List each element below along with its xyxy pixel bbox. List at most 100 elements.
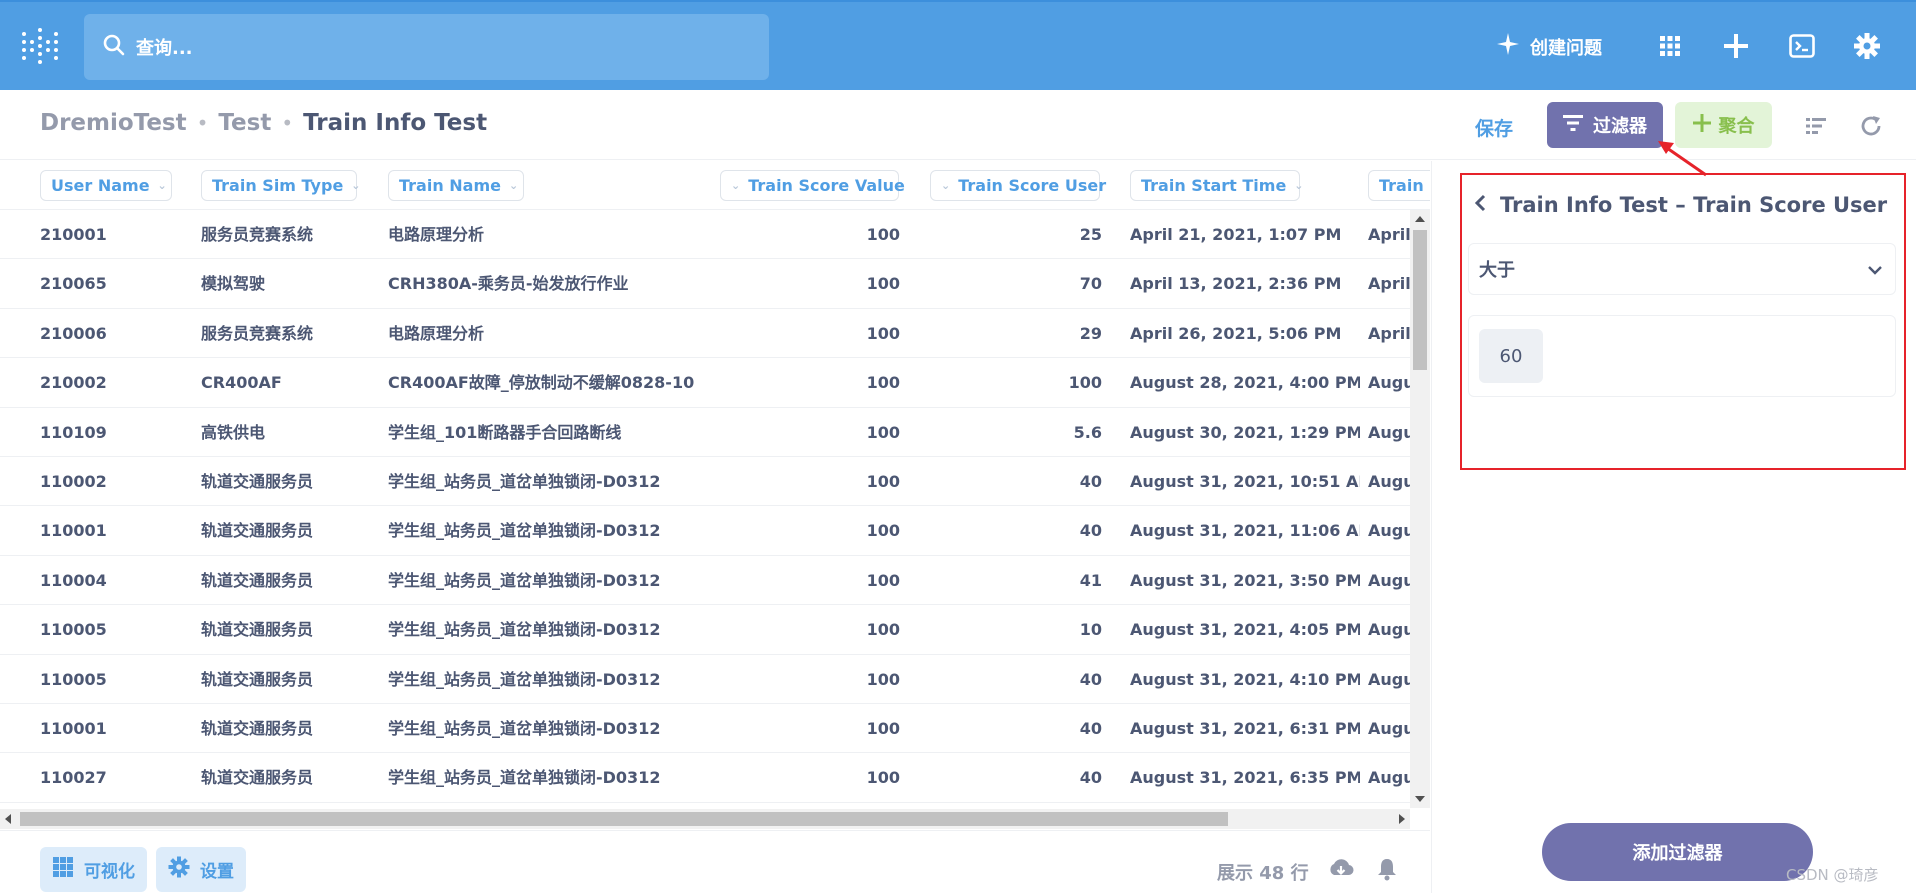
cell-user-name[interactable]: 110002 [40,457,180,506]
cell-train-sim-type[interactable]: 高铁供电 [201,408,371,457]
cell-train-start-time[interactable]: August 28, 2021, 4:00 PM [1130,358,1360,407]
cell-train-score-user[interactable]: 25 [930,210,1102,259]
cell-train-score-user[interactable]: 10 [930,605,1102,654]
scroll-right-icon[interactable] [1399,814,1405,824]
cell-train-score-value[interactable]: 100 [740,753,900,802]
column-header-train-sim-type[interactable]: Train Sim Type ⌄ [201,170,361,201]
cell-train-end-time[interactable]: Augu [1368,408,1413,457]
new-question-button[interactable]: 创建问题 [1496,32,1602,61]
scrollbar-thumb[interactable] [20,812,1228,826]
column-header-user-name[interactable]: User Name ⌄ [40,170,172,201]
cell-train-name[interactable]: 电路原理分析 [388,309,708,358]
cell-train-name[interactable]: 学生组_站务员_道岔单独锁闭-D0312 [388,704,708,753]
cell-train-name[interactable]: CRH380A-乘务员-始发放行作业 [388,259,708,308]
breadcrumb-schema[interactable]: Test [218,110,271,136]
cell-train-score-user[interactable]: 40 [930,655,1102,704]
cell-user-name[interactable]: 110027 [40,753,180,802]
cell-train-sim-type[interactable]: 服务员竞赛系统 [201,210,371,259]
horizontal-scrollbar[interactable] [0,809,1410,829]
cell-train-score-user[interactable]: 40 [930,753,1102,802]
filter-button[interactable]: 过滤器 [1547,102,1663,148]
cell-train-start-time[interactable]: April 13, 2021, 2:36 PM [1130,259,1360,308]
cell-train-end-time[interactable]: Augu [1368,358,1413,407]
cell-train-start-time[interactable]: April 21, 2021, 1:07 PM [1130,210,1360,259]
cell-train-name[interactable]: 学生组_站务员_道岔单独锁闭-D0312 [388,556,708,605]
cell-train-score-user[interactable]: 5.6 [930,408,1102,457]
cell-train-name[interactable]: 学生组_站务员_道岔单独锁闭-D0312 [388,753,708,802]
metabase-logo[interactable] [22,28,58,66]
column-header-train-name[interactable]: Train Name ⌄ [388,170,524,201]
cell-train-score-value[interactable]: 100 [740,259,900,308]
cell-train-score-value[interactable]: 100 [740,556,900,605]
cell-user-name[interactable]: 210002 [40,358,180,407]
operator-select[interactable]: 大于 [1468,243,1896,295]
cell-train-name[interactable]: CR400AF故障_停放制动不缓解0828-10 [388,358,708,407]
cell-train-name[interactable]: 学生组_101断路器手合回路断线 [388,408,708,457]
scroll-down-icon[interactable] [1415,796,1425,802]
download-icon[interactable] [1328,857,1354,881]
cell-train-start-time[interactable]: August 31, 2021, 6:35 PM [1130,753,1360,802]
sql-editor-icon[interactable] [1788,32,1816,60]
cell-train-end-time[interactable]: Augu [1368,605,1413,654]
cell-train-score-value[interactable]: 100 [740,457,900,506]
grid-apps-icon[interactable] [1656,32,1684,60]
cell-train-sim-type[interactable]: 轨道交通服务员 [201,457,371,506]
cell-user-name[interactable]: 110109 [40,408,180,457]
cell-train-score-user[interactable]: 40 [930,457,1102,506]
cell-train-score-user[interactable]: 41 [930,556,1102,605]
cell-train-score-value[interactable]: 100 [740,309,900,358]
cell-train-end-time[interactable]: Augu [1368,704,1413,753]
cell-train-start-time[interactable]: August 31, 2021, 10:51 AM [1130,457,1360,506]
visualize-button[interactable]: 可视化 [40,847,147,892]
cell-train-score-user[interactable]: 29 [930,309,1102,358]
cell-train-name[interactable]: 学生组_站务员_道岔单独锁闭-D0312 [388,457,708,506]
cell-train-sim-type[interactable]: 轨道交通服务员 [201,753,371,802]
cell-train-score-value[interactable]: 100 [740,655,900,704]
search-input[interactable]: 查询... [84,14,769,80]
cell-train-sim-type[interactable]: 轨道交通服务员 [201,556,371,605]
filter-back-button[interactable]: Train Info Test – Train Score User [1472,193,1887,217]
cell-train-start-time[interactable]: August 31, 2021, 6:31 PM [1130,704,1360,753]
cell-train-sim-type[interactable]: 轨道交通服务员 [201,655,371,704]
cell-train-score-user[interactable]: 40 [930,506,1102,555]
cell-user-name[interactable]: 110005 [40,605,180,654]
cell-train-start-time[interactable]: August 31, 2021, 11:06 AM [1130,506,1360,555]
refresh-icon[interactable] [1859,114,1883,138]
cell-user-name[interactable]: 110004 [40,556,180,605]
scrollbar-thumb[interactable] [1413,230,1427,370]
cell-train-end-time[interactable]: Augu [1368,556,1413,605]
cell-train-name[interactable]: 学生组_站务员_道岔单独锁闭-D0312 [388,655,708,704]
save-button[interactable]: 保存 [1475,114,1513,141]
cell-train-score-user[interactable]: 70 [930,259,1102,308]
cell-user-name[interactable]: 210006 [40,309,180,358]
cell-train-end-time[interactable]: Augu [1368,457,1413,506]
cell-train-end-time[interactable]: Augu [1368,506,1413,555]
cell-train-sim-type[interactable]: 模拟驾驶 [201,259,371,308]
vertical-scrollbar[interactable] [1410,210,1430,808]
cell-train-sim-type[interactable]: 服务员竞赛系统 [201,309,371,358]
cell-train-score-value[interactable]: 100 [740,605,900,654]
cell-train-name[interactable]: 电路原理分析 [388,210,708,259]
cell-user-name[interactable]: 210001 [40,210,180,259]
cell-user-name[interactable]: 110005 [40,655,180,704]
breadcrumb-database[interactable]: DremioTest [40,110,187,136]
cell-user-name[interactable]: 210065 [40,259,180,308]
cell-train-sim-type[interactable]: 轨道交通服务员 [201,704,371,753]
column-header-train-score-user[interactable]: ⌄ Train Score User [930,170,1106,201]
cell-train-start-time[interactable]: August 31, 2021, 4:10 PM [1130,655,1360,704]
cell-user-name[interactable]: 110001 [40,704,180,753]
cell-train-score-value[interactable]: 100 [740,210,900,259]
cell-train-sim-type[interactable]: 轨道交通服务员 [201,506,371,555]
cell-train-score-value[interactable]: 100 [740,358,900,407]
filter-value-input[interactable]: 60 [1468,315,1896,397]
bell-icon[interactable] [1374,857,1400,881]
cell-train-end-time[interactable]: April [1368,210,1413,259]
cell-train-score-user[interactable]: 100 [930,358,1102,407]
cell-train-start-time[interactable]: August 30, 2021, 1:29 PM [1130,408,1360,457]
cell-train-sim-type[interactable]: 轨道交通服务员 [201,605,371,654]
cell-train-end-time[interactable]: Augu [1368,655,1413,704]
cell-train-end-time[interactable]: Augu [1368,753,1413,802]
cell-train-start-time[interactable]: August 31, 2021, 4:05 PM [1130,605,1360,654]
scroll-left-icon[interactable] [5,814,11,824]
cell-train-score-user[interactable]: 40 [930,704,1102,753]
